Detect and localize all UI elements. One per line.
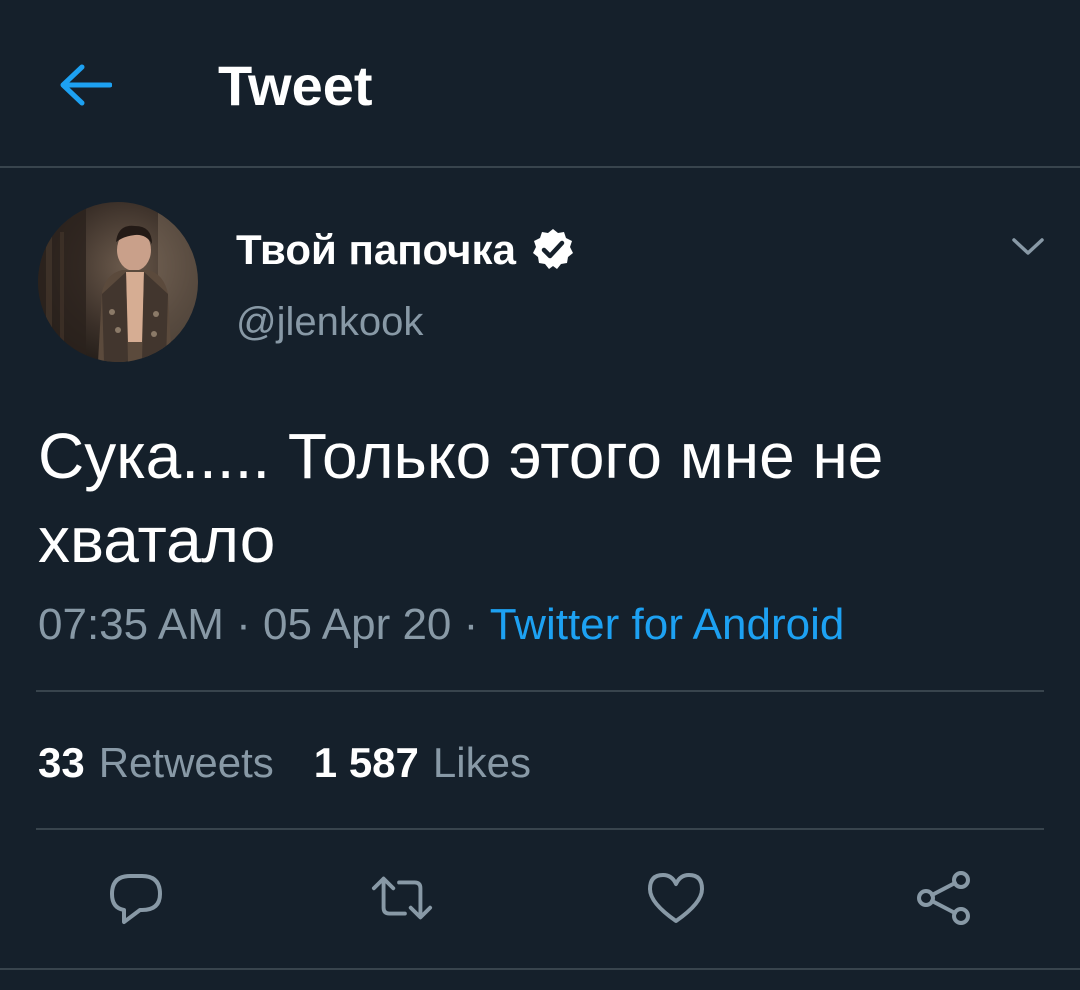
retweets-label: Retweets	[98, 739, 274, 786]
likes-stat[interactable]: 1 587 Likes	[314, 736, 531, 790]
divider	[36, 828, 1044, 830]
reply-button[interactable]	[104, 866, 168, 930]
top-app-bar: Tweet	[0, 0, 1080, 168]
engagement-stats: 33 Retweets 1 587 Likes	[38, 736, 531, 790]
verified-badge-icon	[530, 227, 576, 273]
back-button[interactable]	[52, 52, 118, 118]
avatar[interactable]	[38, 202, 198, 362]
more-options-button[interactable]	[1006, 226, 1050, 266]
like-button[interactable]	[644, 866, 708, 930]
divider	[0, 968, 1080, 970]
retweets-stat[interactable]: 33 Retweets	[38, 736, 274, 790]
retweet-icon	[371, 876, 433, 920]
arrow-left-icon	[60, 64, 112, 106]
author-handle[interactable]: @jlenkook	[236, 298, 423, 346]
share-button[interactable]	[912, 866, 976, 930]
avatar-photo	[38, 202, 198, 362]
heart-icon	[648, 873, 704, 923]
tweet-source-link[interactable]: Twitter for Android	[490, 600, 845, 649]
retweet-button[interactable]	[370, 866, 434, 930]
likes-label: Likes	[432, 739, 531, 786]
tweet-date: 05 Apr 20	[263, 600, 452, 649]
reply-icon	[110, 874, 162, 924]
tweet-meta: 07:35 AM · 05 Apr 20 · Twitter for Andro…	[38, 598, 844, 652]
author-name-row[interactable]: Твой папочка	[236, 224, 576, 276]
page-title: Tweet	[218, 54, 373, 117]
author-name: Твой папочка	[236, 226, 516, 273]
meta-separator: ·	[236, 600, 251, 649]
likes-count: 1 587	[313, 739, 419, 786]
tweet-time: 07:35 AM	[38, 600, 224, 649]
meta-separator: ·	[463, 600, 479, 649]
tweet-detail-screen: Tweet Твой папочка @jlenkook Сука..... Т…	[0, 0, 1080, 990]
chevron-down-icon	[1012, 238, 1044, 255]
divider	[36, 690, 1044, 692]
share-icon	[917, 871, 970, 925]
retweets-count: 33	[38, 739, 85, 786]
tweet-text: Сука..... Только этого мне не хватало	[38, 420, 884, 576]
